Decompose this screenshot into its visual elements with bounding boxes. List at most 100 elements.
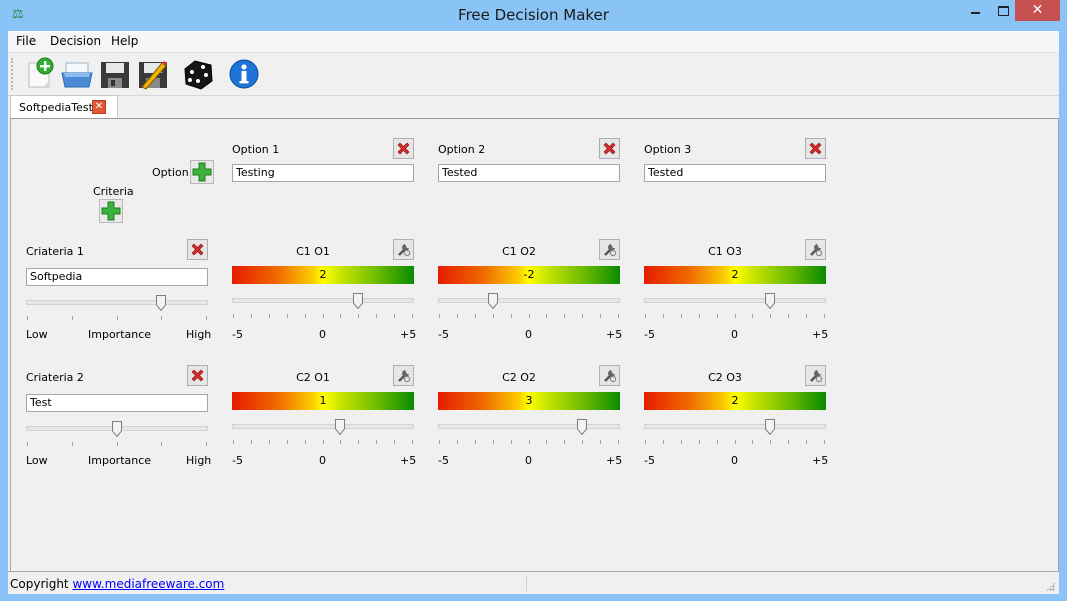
slider-track[interactable]: [438, 424, 620, 429]
toolbar-grip[interactable]: [11, 58, 16, 90]
slider-tick: [698, 440, 700, 444]
importance-slider[interactable]: [26, 295, 208, 325]
criteria-name-input[interactable]: [26, 268, 208, 286]
copyright-label: Copyright: [10, 577, 69, 591]
delete-criteria-button[interactable]: [187, 239, 208, 260]
slider-tick: [680, 440, 682, 444]
minimize-icon: [970, 12, 980, 14]
open-button[interactable]: [60, 57, 94, 91]
slider-tick: [788, 314, 790, 318]
maximize-button[interactable]: [990, 0, 1016, 21]
score-settings-button[interactable]: [393, 365, 414, 386]
website-link[interactable]: www.mediafreeware.com: [72, 577, 224, 591]
score-min-label: -5: [232, 454, 243, 467]
slider-track[interactable]: [26, 300, 208, 305]
wrench-icon: [398, 244, 411, 257]
slider-tick: [564, 314, 566, 318]
slider-tick: [662, 440, 664, 444]
close-button[interactable]: ✕: [1015, 0, 1060, 21]
save-as-button[interactable]: [136, 57, 170, 91]
slider-track[interactable]: [644, 424, 826, 429]
slider-tick: [645, 440, 646, 444]
close-icon: ✕: [1031, 2, 1044, 18]
score-cell-label: C2 O1: [296, 371, 330, 384]
option-label: Option 1: [232, 143, 280, 156]
slider-track[interactable]: [232, 298, 414, 303]
score-cell-label: C2 O2: [502, 371, 536, 384]
slider-track[interactable]: [644, 298, 826, 303]
score-settings-button[interactable]: [599, 239, 620, 260]
decide-button[interactable]: [181, 57, 215, 91]
wrench-icon: [810, 244, 823, 257]
wrench-icon: [604, 370, 617, 383]
score-min-label: -5: [644, 328, 655, 341]
delete-option-button[interactable]: [393, 138, 414, 159]
add-criteria-label: Criteria: [93, 185, 134, 198]
slider-tick: [233, 440, 234, 444]
delete-option-button[interactable]: [805, 138, 826, 159]
option-name-input[interactable]: [644, 164, 826, 182]
decision-matrix: Option Criteria Option 1 Option 2 Opti: [10, 118, 1059, 572]
importance-slider[interactable]: [26, 421, 208, 451]
slider-tick: [322, 314, 324, 318]
app-window: ⚖ Free Decision Maker ✕ File Decision He…: [0, 0, 1067, 601]
slider-tick: [233, 314, 234, 318]
slider-thumb[interactable]: [353, 293, 364, 310]
score-slider[interactable]: [232, 293, 414, 323]
score-slider[interactable]: [438, 419, 620, 449]
slider-thumb[interactable]: [111, 421, 122, 438]
menu-decision[interactable]: Decision: [50, 34, 101, 48]
add-plus-icon: [101, 201, 121, 221]
tab-softpediatest[interactable]: SoftpediaTest ✕: [10, 95, 118, 119]
score-settings-button[interactable]: [393, 239, 414, 260]
slider-tick: [439, 314, 440, 318]
minimize-button[interactable]: [962, 0, 988, 21]
new-button[interactable]: [23, 57, 57, 91]
slider-thumb[interactable]: [487, 293, 498, 310]
menu-file[interactable]: File: [16, 34, 36, 48]
slider-tick: [734, 314, 736, 318]
save-button[interactable]: [98, 57, 132, 91]
title-bar[interactable]: ⚖ Free Decision Maker ✕: [0, 0, 1067, 31]
score-max-label: +5: [400, 454, 417, 467]
score-meter: 2: [644, 266, 826, 284]
delete-x-icon: [191, 369, 204, 382]
delete-option-button[interactable]: [599, 138, 620, 159]
slider-tick: [161, 316, 163, 320]
status-separator: [526, 575, 527, 591]
slider-tick: [618, 314, 619, 318]
slider-tick: [752, 314, 754, 318]
add-criteria-button[interactable]: [99, 199, 123, 223]
slider-tick: [358, 314, 360, 318]
score-slider[interactable]: [644, 419, 826, 449]
about-button[interactable]: [228, 57, 262, 91]
slider-tick: [528, 440, 530, 444]
slider-track[interactable]: [232, 424, 414, 429]
slider-thumb[interactable]: [577, 419, 588, 436]
slider-track[interactable]: [438, 298, 620, 303]
score-slider[interactable]: [438, 293, 620, 323]
option-name-input[interactable]: [232, 164, 414, 182]
score-settings-button[interactable]: [599, 365, 620, 386]
slider-thumb[interactable]: [765, 293, 776, 310]
delete-criteria-button[interactable]: [187, 365, 208, 386]
option-name-input[interactable]: [438, 164, 620, 182]
slider-thumb[interactable]: [765, 419, 776, 436]
tab-close-icon[interactable]: ✕: [92, 100, 106, 114]
score-settings-button[interactable]: [805, 239, 826, 260]
score-slider[interactable]: [644, 293, 826, 323]
resize-grip[interactable]: [1046, 582, 1055, 591]
criteria-name-input[interactable]: [26, 394, 208, 412]
menu-help[interactable]: Help: [111, 34, 138, 48]
slider-tick: [250, 440, 252, 444]
score-settings-button[interactable]: [805, 365, 826, 386]
slider-thumb[interactable]: [335, 419, 346, 436]
info-icon: [229, 59, 259, 89]
slider-thumb[interactable]: [156, 295, 167, 312]
maximize-icon: [997, 6, 1009, 16]
add-option-button[interactable]: [190, 160, 214, 184]
slider-tick: [71, 316, 73, 320]
slider-tick: [582, 314, 584, 318]
score-slider[interactable]: [232, 419, 414, 449]
document-tabs: SoftpediaTest ✕: [8, 95, 1059, 119]
